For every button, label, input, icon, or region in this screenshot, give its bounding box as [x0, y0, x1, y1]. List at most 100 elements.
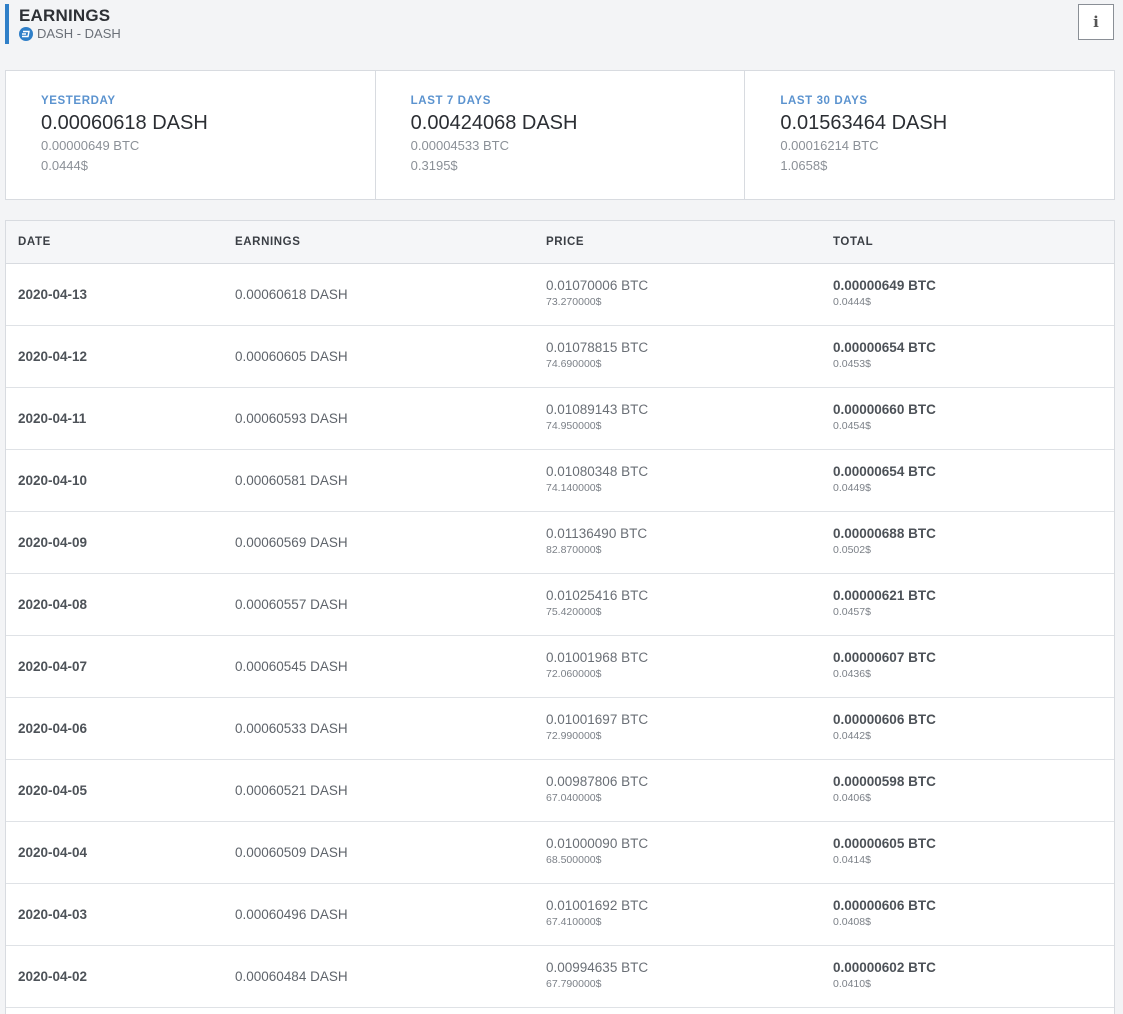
row-total: 0.00000605 BTC 0.0414$	[833, 836, 936, 866]
row-total-btc: 0.00000649 BTC	[833, 278, 936, 293]
info-button[interactable]: i	[1078, 4, 1114, 40]
row-date: 2020-04-09	[18, 535, 88, 550]
row-price: 0.01089143 BTC 74.950000$	[546, 402, 648, 432]
table-row: 2020-04-04 0.00060509 DASH 0.01000090 BTC 6…	[6, 822, 1114, 884]
row-price: 0.01070006 BTC 73.270000$	[546, 278, 648, 308]
table-body: 2020-04-13 0.00060618 DASH 0.01070006 BTC 7…	[6, 264, 1114, 1008]
row-price-usd: 67.790000$	[546, 978, 602, 990]
row-total: 0.00000621 BTC 0.0457$	[833, 588, 936, 618]
row-price-usd: 72.990000$	[546, 730, 602, 742]
row-earnings: 0.00060545 DASH	[235, 659, 348, 674]
row-price: 0.01001968 BTC 72.060000$	[546, 650, 648, 680]
row-earnings: 0.00060569 DASH	[235, 535, 348, 550]
row-price-btc: 0.01001697 BTC	[546, 712, 649, 727]
row-price-btc: 0.01089143 BTC	[546, 402, 649, 417]
row-price-usd: 82.870000$	[546, 544, 602, 556]
row-date: 2020-04-02	[18, 969, 88, 984]
row-price: 0.01136490 BTC 82.870000$	[546, 526, 647, 556]
row-price-usd: 74.690000$	[546, 358, 602, 370]
row-price: 0.01001692 BTC 67.410000$	[546, 898, 648, 928]
stat-usd-value: 0.0444$	[41, 158, 88, 173]
row-price-usd: 72.060000$	[546, 668, 602, 680]
row-date: 2020-04-12	[18, 349, 88, 364]
earnings-table: DATE EARNINGS PRICE TOTAL 2020-04-13 0.00…	[5, 220, 1115, 1014]
table-row: 2020-04-06 0.00060533 DASH 0.01001697 BTC 7…	[6, 698, 1114, 760]
row-total-usd: 0.0453$	[833, 358, 871, 370]
row-total-btc: 0.00000688 BTC	[833, 526, 936, 541]
row-total: 0.00000660 BTC 0.0454$	[833, 402, 936, 432]
stat-last-30-days: LAST 30 DAYS 0.01563464 DASH 0.00016214 …	[744, 71, 1114, 199]
table-row: 2020-04-08 0.00060557 DASH 0.01025416 BTC 7…	[6, 574, 1114, 636]
stat-usd-value: 1.0658$	[780, 158, 828, 173]
row-total: 0.00000607 BTC 0.0436$	[833, 650, 936, 680]
stat-label: YESTERDAY	[41, 95, 116, 107]
table-header: DATE EARNINGS PRICE TOTAL	[6, 221, 1114, 264]
row-total-btc: 0.00000660 BTC	[833, 402, 936, 417]
row-total-btc: 0.00000606 BTC	[833, 712, 936, 727]
row-price-btc: 0.01000090 BTC	[546, 836, 649, 851]
row-price: 0.01025416 BTC 75.420000$	[546, 588, 648, 618]
row-total-usd: 0.0449$	[833, 482, 871, 494]
page-title: EARNINGS	[19, 6, 111, 25]
row-total-btc: 0.00000598 BTC	[833, 774, 936, 789]
table-row: 2020-04-13 0.00060618 DASH 0.01070006 BTC 7…	[6, 264, 1114, 326]
row-total: 0.00000649 BTC 0.0444$	[833, 278, 936, 308]
column-header-price[interactable]: PRICE	[546, 236, 584, 248]
row-date: 2020-04-10	[18, 473, 88, 488]
row-earnings: 0.00060533 DASH	[235, 721, 348, 736]
row-date: 2020-04-11	[18, 411, 87, 426]
table-row: 2020-04-09 0.00060569 DASH 0.01136490 BTC 8…	[6, 512, 1114, 574]
stat-last-7-days: LAST 7 DAYS 0.00424068 DASH 0.00004533 B…	[374, 71, 745, 199]
stat-btc-value: 0.00016214 BTC	[780, 138, 879, 153]
stat-amount: 0.00424068 DASH	[410, 112, 578, 134]
row-total: 0.00000606 BTC 0.0442$	[833, 712, 936, 742]
row-price: 0.01080348 BTC 74.140000$	[546, 464, 648, 494]
row-price-btc: 0.01136490 BTC	[546, 526, 648, 541]
row-price-btc: 0.01001968 BTC	[546, 650, 649, 665]
row-date: 2020-04-03	[18, 907, 88, 922]
row-total-btc: 0.00000602 BTC	[833, 960, 936, 975]
row-date: 2020-04-07	[18, 659, 88, 674]
coin-subtitle-text: DASH - DASH	[37, 26, 121, 41]
row-total: 0.00000606 BTC 0.0408$	[833, 898, 936, 928]
row-earnings: 0.00060581 DASH	[235, 473, 348, 488]
row-earnings: 0.00060509 DASH	[235, 845, 348, 860]
page-header: EARNINGS DASH - DASH i	[0, 0, 1123, 60]
row-price-usd: 68.500000$	[546, 854, 602, 866]
row-price-usd: 73.270000$	[546, 296, 602, 308]
row-price-btc: 0.01025416 BTC	[546, 588, 649, 603]
dash-coin-icon	[19, 26, 33, 41]
column-header-date[interactable]: DATE	[18, 236, 51, 248]
stat-amount: 0.01563464 DASH	[780, 112, 948, 134]
row-price-usd: 75.420000$	[546, 606, 602, 618]
stat-btc-value: 0.00004533 BTC	[410, 138, 509, 153]
stat-yesterday: YESTERDAY 0.00060618 DASH 0.00000649 BTC…	[6, 71, 375, 199]
row-total-usd: 0.0436$	[833, 668, 871, 680]
row-total-btc: 0.00000654 BTC	[833, 464, 936, 479]
table-row: 2020-04-11 0.00060593 DASH 0.01089143 BTC 7…	[6, 388, 1114, 450]
stat-label: LAST 30 DAYS	[780, 95, 868, 107]
table-row: 2020-04-03 0.00060496 DASH 0.01001692 BTC 6…	[6, 884, 1114, 946]
row-date: 2020-04-05	[18, 783, 88, 798]
row-price-usd: 67.040000$	[546, 792, 602, 804]
stat-usd-value: 0.3195$	[410, 158, 458, 173]
row-total: 0.00000654 BTC 0.0453$	[833, 340, 936, 370]
row-price: 0.01078815 BTC 74.690000$	[546, 340, 648, 370]
row-price-usd: 67.410000$	[546, 916, 602, 928]
row-total-usd: 0.0414$	[833, 854, 871, 866]
earnings-summary-panel: YESTERDAY 0.00060618 DASH 0.00000649 BTC…	[5, 70, 1115, 200]
column-header-total[interactable]: TOTAL	[833, 236, 873, 248]
row-earnings: 0.00060484 DASH	[235, 969, 348, 984]
row-total: 0.00000598 BTC 0.0406$	[833, 774, 936, 804]
row-price-btc: 0.00994635 BTC	[546, 960, 649, 975]
row-total-btc: 0.00000607 BTC	[833, 650, 936, 665]
row-earnings: 0.00060496 DASH	[235, 907, 348, 922]
column-header-earnings[interactable]: EARNINGS	[235, 236, 301, 248]
row-total: 0.00000688 BTC 0.0502$	[833, 526, 936, 556]
row-price: 0.01001697 BTC 72.990000$	[546, 712, 648, 742]
coin-subtitle: DASH - DASH	[19, 26, 121, 41]
stat-btc-value: 0.00000649 BTC	[41, 138, 140, 153]
row-price-usd: 74.950000$	[546, 420, 602, 432]
row-date: 2020-04-04	[18, 845, 88, 860]
row-price-btc: 0.01080348 BTC	[546, 464, 649, 479]
